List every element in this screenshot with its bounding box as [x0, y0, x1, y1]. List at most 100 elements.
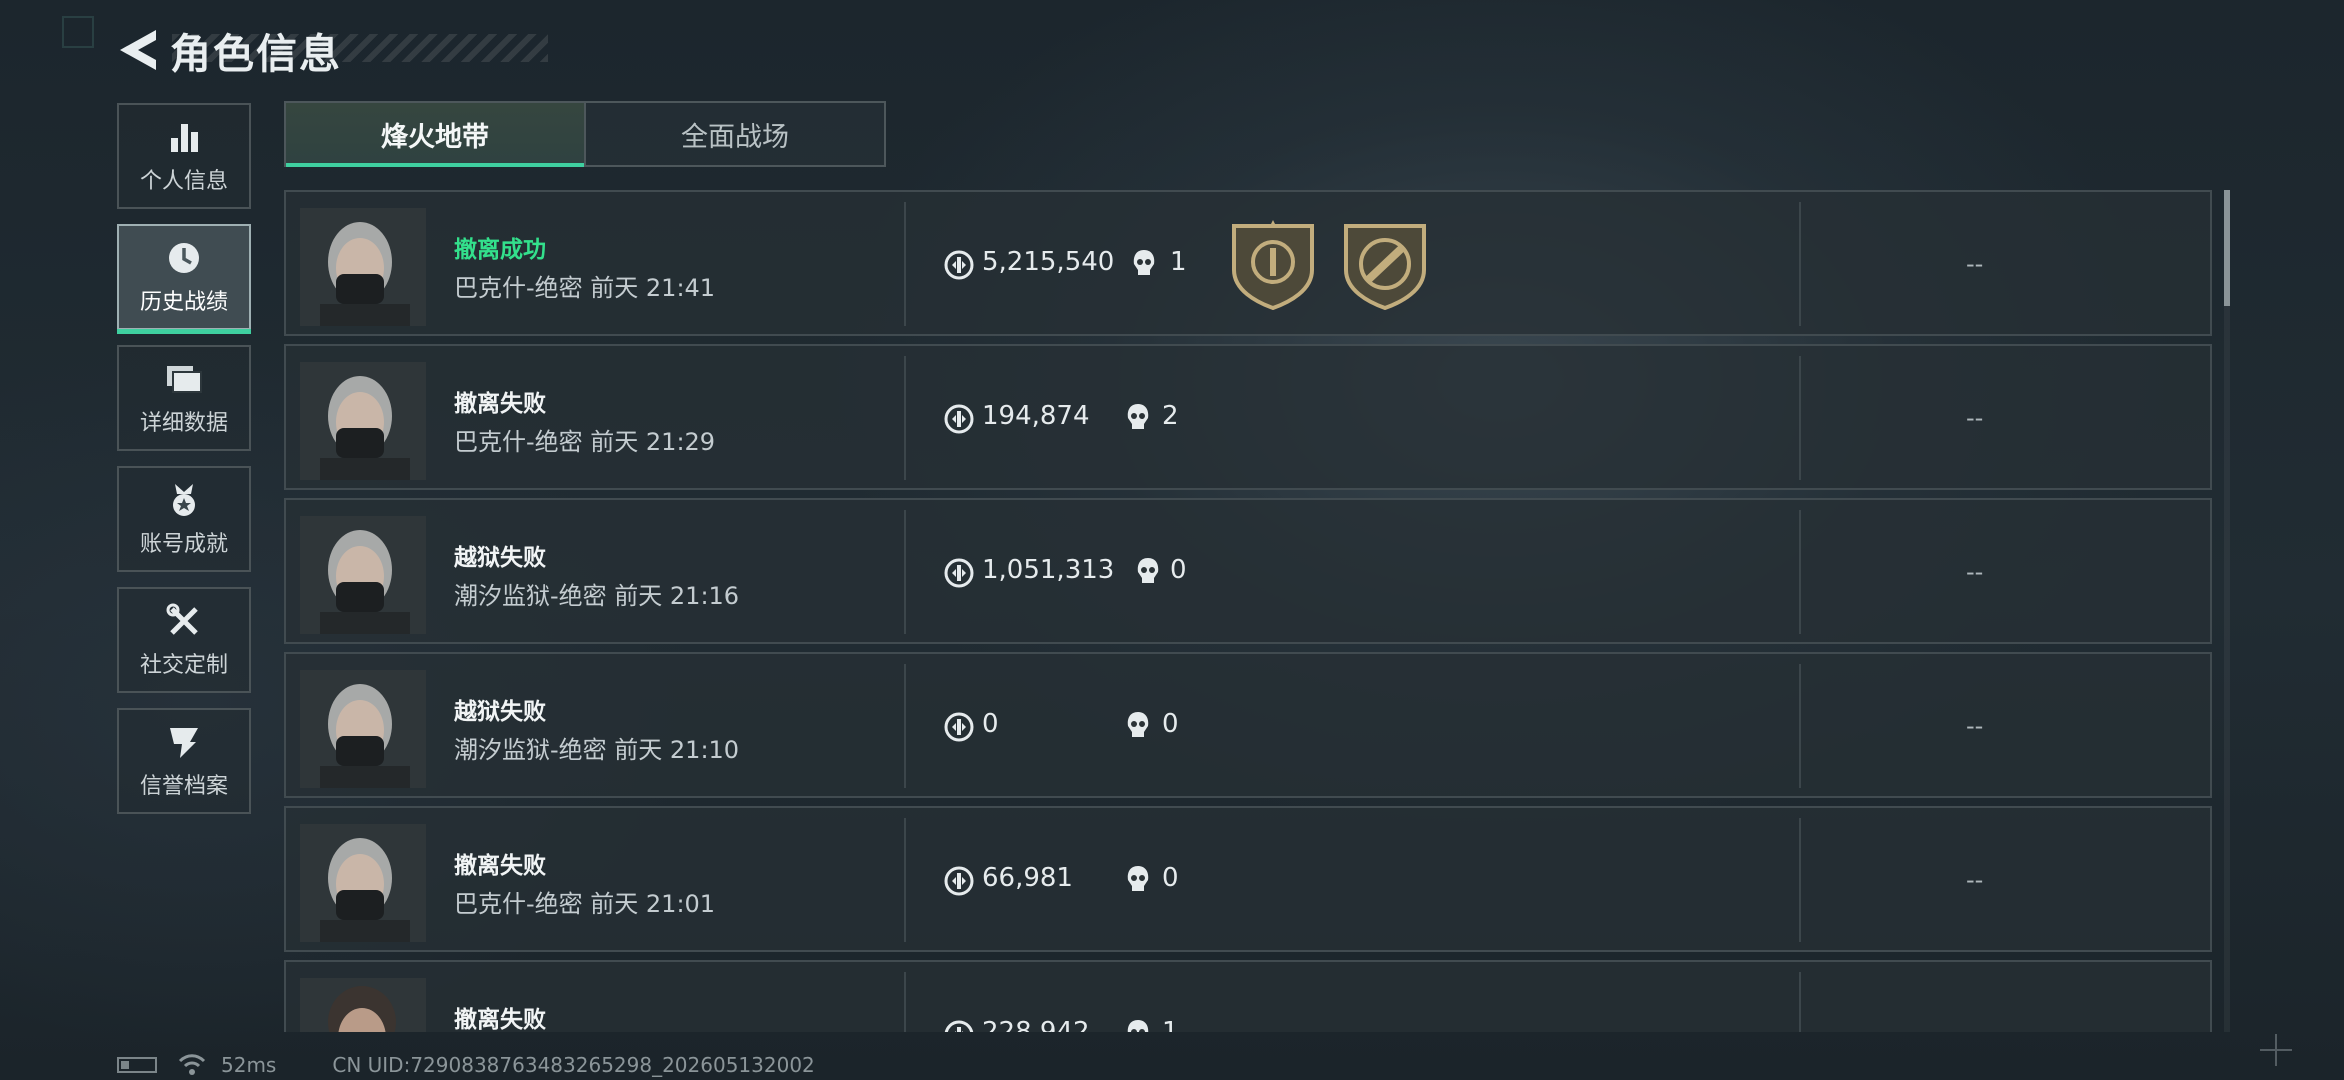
operator-avatar — [300, 362, 426, 480]
operator-avatar — [300, 516, 426, 634]
match-map-time: 巴克什-绝密 前天 21:29 — [454, 428, 716, 456]
ping-text: 52ms — [221, 1053, 277, 1077]
sidebar-item-label: 社交定制 — [139, 653, 228, 678]
wifi-icon — [178, 1054, 206, 1075]
sidebar-item-details[interactable]: 详细数据 — [117, 345, 251, 451]
coin-icon — [944, 558, 974, 588]
emblem-icon — [164, 722, 204, 762]
operator-avatar — [300, 824, 426, 942]
match-value: 194,874 — [982, 401, 1090, 431]
match-row[interactable]: 撤离成功 巴克什-绝密 前天 21:41 5,215,540 1 -- — [284, 190, 2212, 336]
match-value: 5,215,540 — [982, 247, 1115, 277]
divider — [904, 202, 906, 326]
bar-chart-icon — [164, 117, 204, 157]
match-row[interactable]: 越狱失败 潮汐监狱-绝密 前天 21:10 0 0 -- — [284, 652, 2212, 798]
skull-icon — [1127, 866, 1149, 891]
match-map-time: 巴克什-绝密 前天 21:41 — [454, 274, 716, 302]
divider — [1799, 972, 1801, 1032]
match-extra: -- — [1966, 404, 1984, 432]
coin-icon — [944, 250, 974, 280]
match-row[interactable]: 撤离失败 巴克什-绝密 前天 21:01 66,981 0 -- — [284, 806, 2212, 952]
match-kills: 1 — [1170, 247, 1187, 277]
sidebar-item-profile[interactable]: 个人信息 — [117, 103, 251, 209]
match-kills: 1 — [1162, 1017, 1179, 1032]
match-value: 66,981 — [982, 863, 1073, 893]
sidebar-item-social[interactable]: 社交定制 — [117, 587, 251, 693]
sidebar-item-achievements[interactable]: 账号成就 — [117, 466, 251, 572]
operator-avatar — [300, 208, 426, 326]
page-header: 角色信息 — [116, 22, 342, 78]
match-extra: -- — [1966, 866, 1984, 894]
skull-icon — [1127, 712, 1149, 737]
sidebar-item-label: 信誉档案 — [139, 774, 228, 799]
tab-warzone[interactable]: 烽火地带 — [286, 103, 584, 167]
match-result: 越狱失败 — [454, 545, 546, 571]
match-map-time: 潮汐监狱-绝密 前天 21:10 — [454, 736, 740, 764]
skull-icon — [1127, 1020, 1149, 1032]
match-extra: -- — [1966, 558, 1984, 586]
match-history-list[interactable]: 撤离成功 巴克什-绝密 前天 21:41 5,215,540 1 -- 撤离失败… — [284, 190, 2212, 1032]
back-arrow-icon[interactable] — [116, 26, 160, 74]
skull-icon — [1127, 404, 1149, 429]
tab-battlefield[interactable]: 全面战场 — [584, 103, 884, 165]
divider — [904, 356, 906, 480]
tools-icon — [164, 601, 204, 641]
list-scrollbar[interactable] — [2224, 190, 2230, 1032]
clock-icon — [164, 238, 204, 278]
corner-decoration — [62, 16, 94, 48]
match-kills: 0 — [1162, 863, 1179, 893]
match-row[interactable]: 越狱失败 潮汐监狱-绝密 前天 21:16 1,051,313 0 -- — [284, 498, 2212, 644]
crosshair-decoration — [2260, 1034, 2292, 1066]
match-extra: -- — [1966, 250, 1984, 278]
skull-icon — [1133, 250, 1155, 275]
match-result: 撤离成功 — [454, 237, 546, 263]
divider — [904, 664, 906, 788]
rocket-medal-icon — [1344, 224, 1426, 310]
mode-tabs: 烽火地带 全面战场 — [284, 101, 886, 167]
battery-icon — [117, 1057, 157, 1073]
skull-icon — [1137, 558, 1159, 583]
sidebar-item-label: 详细数据 — [139, 411, 228, 436]
match-result: 撤离失败 — [454, 391, 546, 417]
match-kills: 0 — [1162, 709, 1179, 739]
sidebar-item-label: 账号成就 — [139, 532, 228, 557]
sidebar-item-reputation[interactable]: 信誉档案 — [117, 708, 251, 814]
operator-avatar — [300, 670, 426, 788]
match-row[interactable]: 撤离失败 巴克什-绝密 前天 21:29 194,874 2 -- — [284, 344, 2212, 490]
medal-icon — [164, 480, 204, 520]
sidebar-item-label: 个人信息 — [139, 169, 228, 194]
folder-icon — [164, 359, 204, 399]
divider — [904, 818, 906, 942]
page-title: 角色信息 — [170, 30, 342, 78]
sidebar-item-label: 历史战绩 — [139, 290, 228, 315]
match-value: 0 — [982, 709, 999, 739]
sidebar: 个人信息 历史战绩 详细数据 账号成就 社交定制 信誉档案 — [117, 103, 255, 829]
match-result: 越狱失败 — [454, 699, 546, 725]
shield-medal-icon — [1232, 220, 1314, 310]
match-value: 1,051,313 — [982, 555, 1115, 585]
divider — [1799, 356, 1801, 480]
match-result: 撤离失败 — [454, 853, 546, 879]
match-map-time: 潮汐监狱-绝密 前天 21:16 — [454, 582, 740, 610]
match-kills: 2 — [1162, 401, 1179, 431]
divider — [1799, 510, 1801, 634]
divider — [1799, 202, 1801, 326]
coin-icon — [944, 404, 974, 434]
sidebar-item-history[interactable]: 历史战绩 — [117, 224, 251, 334]
coin-icon — [944, 1020, 974, 1032]
scrollbar-thumb[interactable] — [2224, 190, 2230, 306]
coin-icon — [944, 712, 974, 742]
status-bar: 52ms CN UID:7290838763483265298_20260513… — [117, 1052, 815, 1078]
match-value: 228,942 — [982, 1017, 1090, 1032]
operator-avatar — [300, 978, 426, 1032]
match-kills: 0 — [1170, 555, 1187, 585]
divider — [1799, 664, 1801, 788]
coin-icon — [944, 866, 974, 896]
match-row[interactable]: 撤离失败 228,942 1 — [284, 960, 2212, 1032]
match-result: 撤离失败 — [454, 1007, 546, 1032]
divider — [904, 972, 906, 1032]
match-extra: -- — [1966, 712, 1984, 740]
divider — [904, 510, 906, 634]
match-map-time: 巴克什-绝密 前天 21:01 — [454, 890, 716, 918]
uid-text: CN UID:7290838763483265298_202605132002 — [332, 1053, 815, 1077]
